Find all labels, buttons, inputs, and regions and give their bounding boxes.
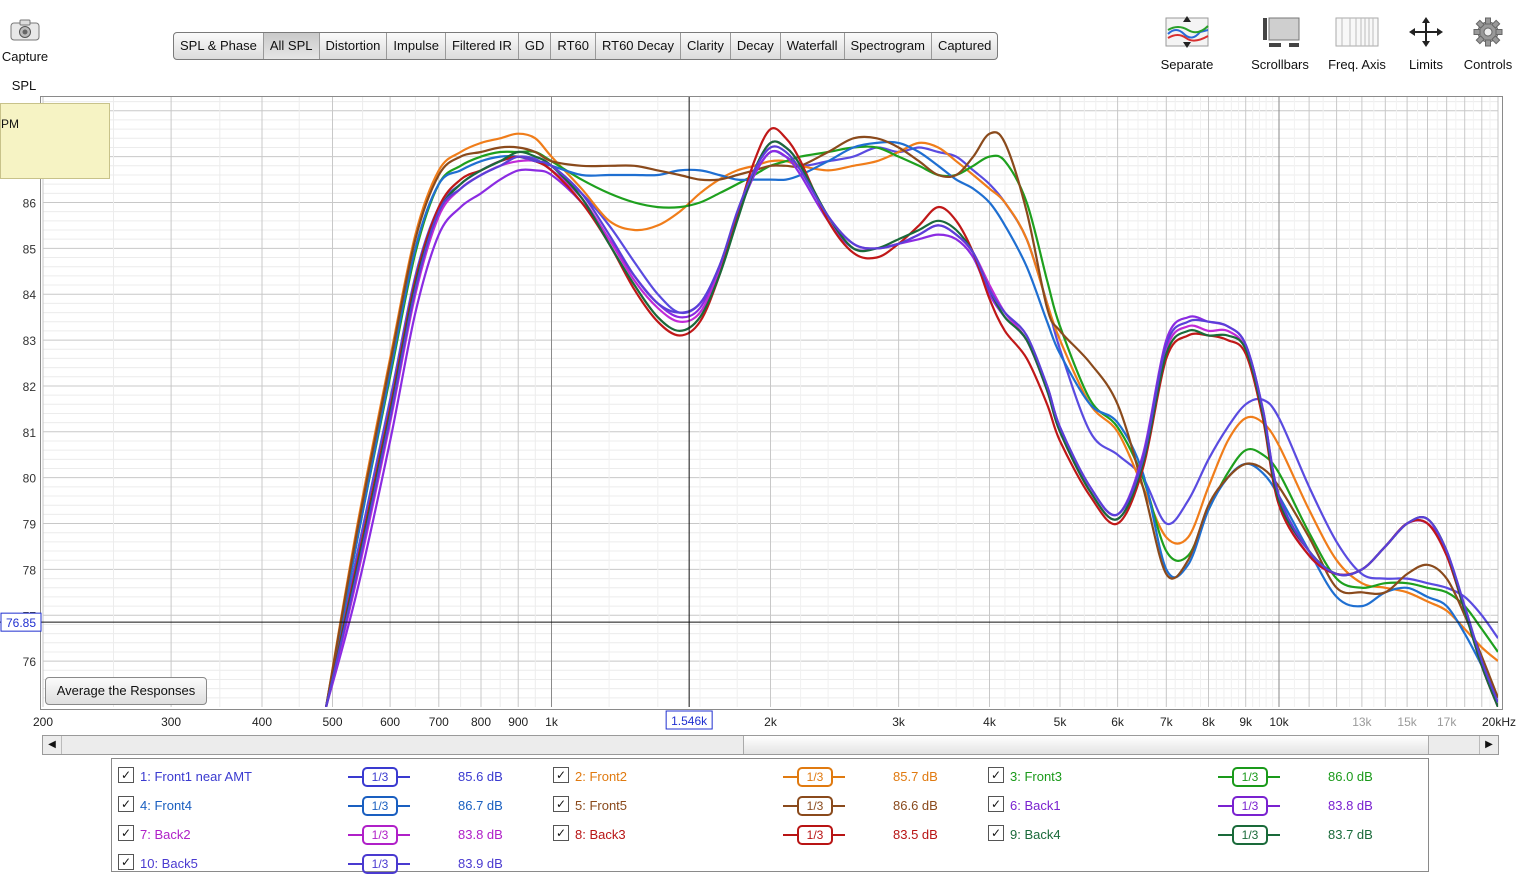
- x-tick-label: 9k: [1239, 715, 1253, 729]
- legend-level: 83.9 dB: [458, 856, 503, 871]
- legend-smoothing-box[interactable]: 1/3: [1232, 767, 1268, 787]
- x-tick-label: 17k: [1437, 715, 1457, 729]
- legend-smoothing-control[interactable]: 1/3: [1218, 825, 1280, 845]
- y-tick-label: 86: [23, 196, 37, 210]
- legend-line-swatch: [1218, 834, 1232, 836]
- legend-smoothing-control[interactable]: 1/3: [1218, 767, 1280, 787]
- x-tick-label: 7k: [1160, 715, 1174, 729]
- y-tick-label: 81: [23, 426, 37, 440]
- legend-smoothing-box[interactable]: 1/3: [1232, 796, 1268, 816]
- scroll-left-arrow-icon[interactable]: ◀: [43, 736, 62, 754]
- legend-line-swatch: [1266, 776, 1280, 778]
- legend-item: ✓ 10: Back5 1/3 83.9 dB: [112, 850, 1428, 874]
- response-curves: [325, 127, 1498, 707]
- x-tick-label: 300: [161, 715, 181, 729]
- legend-smoothing-box[interactable]: 1/3: [1232, 825, 1268, 845]
- x-tick-label: 600: [380, 715, 400, 729]
- x-tick-label: 900: [508, 715, 528, 729]
- x-tick-label: 13k: [1352, 715, 1372, 729]
- y-axis-labels: 76777879808182838485868788: [23, 105, 37, 669]
- legend-line-swatch: [348, 863, 362, 865]
- plot-grid: [42, 97, 1499, 707]
- x-tick-label: 800: [471, 715, 491, 729]
- legend-smoothing-box[interactable]: 1/3: [362, 854, 398, 874]
- horizontal-scrollbar[interactable]: ◀ ▶: [42, 735, 1499, 755]
- legend-name: 3: Front3: [1010, 769, 1063, 784]
- legend-level: 83.7 dB: [1328, 827, 1373, 842]
- legend-name: 9: Back4: [1010, 827, 1061, 842]
- cursor-y-readout: 76.85: [6, 616, 36, 630]
- legend-checkbox[interactable]: ✓: [988, 796, 1004, 812]
- legend-line-swatch: [1266, 834, 1280, 836]
- legend-level: 83.8 dB: [1328, 798, 1373, 813]
- x-tick-label: 5k: [1054, 715, 1068, 729]
- y-tick-label: 85: [23, 242, 37, 256]
- x-tick-label: 1k: [545, 715, 559, 729]
- legend-item: ✓ 3: Front3 1/3 86.0 dB: [112, 763, 1428, 787]
- y-tick-label: 83: [23, 334, 37, 348]
- legend-checkbox[interactable]: ✓: [118, 854, 134, 870]
- legend-level: 86.0 dB: [1328, 769, 1373, 784]
- legend-line-swatch: [1218, 805, 1232, 807]
- scroll-right-arrow-icon[interactable]: ▶: [1479, 736, 1498, 754]
- legend-smoothing-control[interactable]: 1/3: [348, 854, 410, 874]
- x-tick-label: 200: [33, 715, 53, 729]
- info-note: PM: [0, 103, 110, 179]
- x-tick-label: 15k: [1397, 715, 1417, 729]
- series-line-8: [325, 127, 1498, 707]
- spl-chart[interactable]: 76777879808182838485868788 2003004005006…: [0, 0, 1519, 735]
- y-tick-label: 80: [23, 472, 37, 486]
- legend-checkbox[interactable]: ✓: [988, 825, 1004, 841]
- series-line-5: [325, 131, 1498, 707]
- legend-name: 10: Back5: [140, 856, 198, 871]
- legend-line-swatch: [396, 863, 410, 865]
- legend-name: 6: Back1: [1010, 798, 1061, 813]
- x-tick-label: 20kHz: [1482, 715, 1516, 729]
- cursor-x-readout: 1.546k: [671, 714, 708, 728]
- measurement-legend: ✓ 1: Front1 near AMT 1/3 85.6 dB ✓ 2: Front2 1…: [111, 758, 1429, 874]
- legend-checkbox[interactable]: ✓: [988, 767, 1004, 783]
- x-tick-label: 8k: [1202, 715, 1216, 729]
- legend-line-swatch: [1266, 805, 1280, 807]
- legend-smoothing-control[interactable]: 1/3: [1218, 796, 1280, 816]
- x-tick-label: 4k: [983, 715, 997, 729]
- series-line-2: [325, 132, 1498, 707]
- legend-item: ✓ 6: Back1 1/3 83.8 dB: [112, 792, 1428, 816]
- y-tick-label: 76: [23, 655, 37, 669]
- x-axis-labels: 200 300 400 500 600 700 800 900 1k 2k 3k 4k 5k 6k 7k 8k…: [33, 715, 1516, 729]
- x-tick-label: 2k: [764, 715, 778, 729]
- average-responses-button[interactable]: Average the Responses: [45, 677, 207, 705]
- info-note-text: PM: [1, 117, 19, 131]
- y-tick-label: 79: [23, 518, 37, 532]
- x-tick-label: 3k: [892, 715, 906, 729]
- x-tick-label: 400: [252, 715, 272, 729]
- x-tick-label: 700: [429, 715, 449, 729]
- y-tick-label: 78: [23, 563, 37, 577]
- y-tick-label: 84: [23, 288, 37, 302]
- x-tick-label: 6k: [1111, 715, 1125, 729]
- scroll-thumb[interactable]: [743, 736, 1429, 754]
- x-tick-label: 500: [322, 715, 342, 729]
- legend-line-swatch: [1218, 776, 1232, 778]
- y-tick-label: 82: [23, 380, 37, 394]
- x-tick-label: 10k: [1269, 715, 1289, 729]
- legend-item: ✓ 9: Back4 1/3 83.7 dB: [112, 821, 1428, 845]
